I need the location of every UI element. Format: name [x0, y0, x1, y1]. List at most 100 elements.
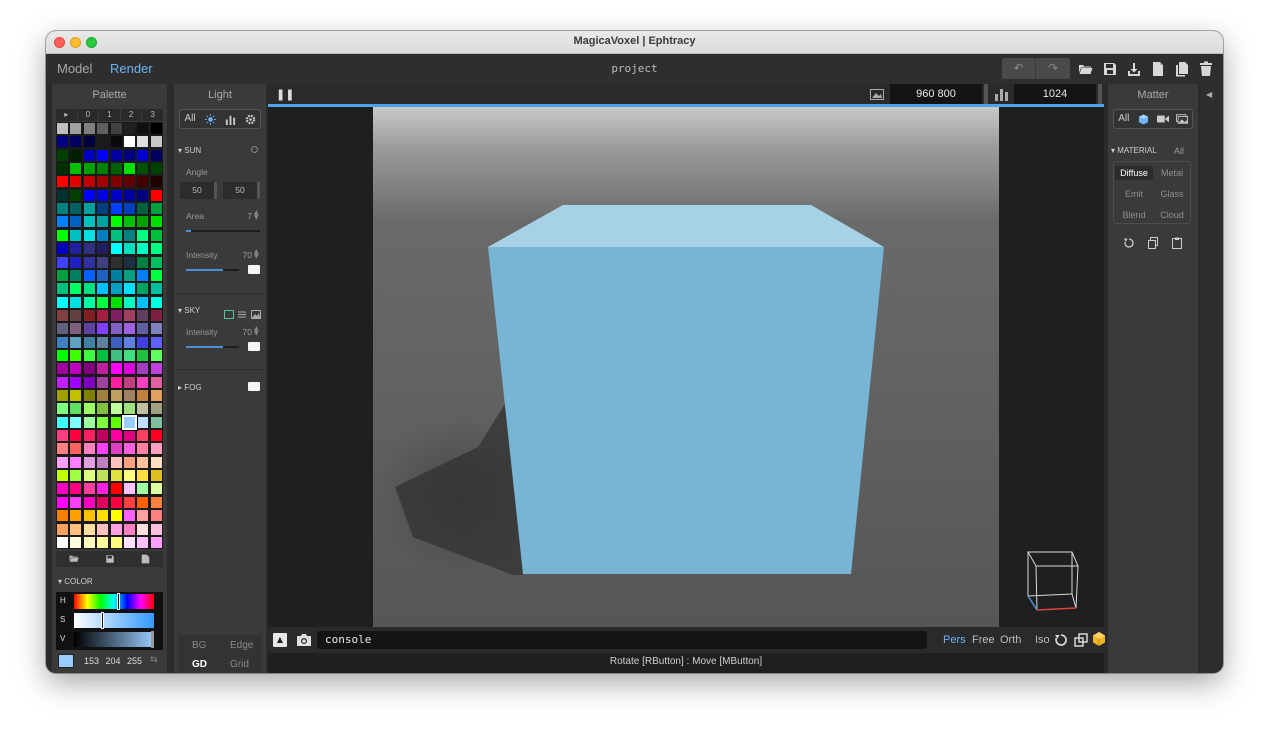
palette-swatch[interactable] [110, 536, 122, 548]
palette-swatch[interactable] [137, 323, 149, 335]
palette-swatch[interactable] [83, 176, 95, 188]
palette-swatch[interactable] [70, 149, 82, 161]
sky-color-swatch[interactable] [248, 342, 260, 351]
toggle-bg[interactable]: BG [192, 640, 206, 651]
palette-swatch[interactable] [70, 470, 82, 482]
palette-swatch[interactable] [150, 349, 162, 361]
palette-swatch[interactable] [97, 430, 109, 442]
palette-swatch[interactable] [97, 496, 109, 508]
palette-swatch[interactable] [124, 149, 135, 161]
resolution-handle[interactable] [984, 84, 988, 104]
render-resolution-field[interactable]: 960 800 [890, 84, 982, 104]
projection-iso[interactable]: Iso [1035, 634, 1050, 646]
palette-swatch[interactable] [70, 296, 82, 308]
palette-swatch[interactable] [124, 483, 135, 495]
palette-swatch[interactable] [83, 510, 95, 522]
palette-swatch[interactable] [137, 376, 149, 388]
palette-swatch[interactable] [70, 349, 82, 361]
palette-swatch[interactable] [57, 363, 68, 375]
palette-swatch[interactable] [124, 283, 135, 295]
palette-swatch[interactable] [137, 336, 149, 348]
palette-swatch[interactable] [97, 256, 109, 268]
palette-swatch[interactable] [97, 390, 109, 401]
delete-icon[interactable] [1198, 61, 1214, 77]
palette-swatch[interactable] [150, 203, 162, 215]
palette-swatch[interactable] [150, 443, 162, 455]
palette-swatch[interactable] [70, 403, 82, 415]
palette-swatch[interactable] [150, 283, 162, 295]
palette-swatch[interactable] [110, 496, 122, 508]
palette-swatch[interactable] [110, 243, 122, 255]
palette-swatch[interactable] [150, 163, 162, 175]
palette-swatch[interactable] [124, 229, 135, 241]
light-filter-all[interactable]: All [180, 110, 200, 128]
material-glass[interactable]: Glass [1153, 189, 1191, 199]
palette-swatch[interactable] [124, 336, 135, 348]
palette-swatch[interactable] [124, 456, 135, 468]
palette-swatch[interactable] [110, 136, 122, 148]
palette-swatch[interactable] [57, 496, 68, 508]
palette-swatch[interactable] [83, 430, 95, 442]
palette-swatch[interactable] [124, 349, 135, 361]
palette-swatch[interactable] [110, 269, 122, 281]
palette-swatch[interactable] [124, 323, 135, 335]
sky-intensity-stepper-icon[interactable]: ▲ ▼ [254, 326, 259, 337]
palette-swatch[interactable] [57, 243, 68, 255]
palette-swatch[interactable] [137, 163, 149, 175]
fog-color-swatch[interactable] [248, 382, 260, 391]
palette-swatch[interactable] [83, 216, 95, 228]
sky-intensity-slider[interactable] [186, 346, 239, 348]
palette-swatch[interactable] [110, 256, 122, 268]
palette-swatch[interactable] [110, 123, 122, 134]
gear-icon[interactable] [240, 110, 260, 128]
palette-swatch[interactable] [137, 283, 149, 295]
projection-pers[interactable]: Pers [943, 634, 966, 646]
palette-swatch[interactable] [150, 216, 162, 228]
palette-swatch[interactable] [150, 496, 162, 508]
palette-swatch[interactable] [97, 416, 109, 428]
palette-swatch[interactable] [57, 189, 68, 201]
palette-swatch[interactable] [57, 470, 68, 482]
palette-swatch[interactable] [57, 309, 68, 321]
palette-swatch[interactable] [97, 296, 109, 308]
expand-console-icon[interactable]: ▲ [273, 633, 287, 647]
sample-count-field[interactable]: 1024 [1014, 84, 1096, 104]
palette-swatch[interactable] [70, 483, 82, 495]
palette-swatch[interactable] [137, 256, 149, 268]
palette-swatch[interactable] [150, 309, 162, 321]
palette-swatch[interactable] [57, 403, 68, 415]
cube-view-icon[interactable] [1092, 631, 1106, 651]
palette-swatch[interactable] [57, 430, 68, 442]
palette-swatch[interactable] [150, 523, 162, 535]
orientation-gizmo[interactable] [1018, 544, 1088, 614]
copy-icon[interactable] [1147, 234, 1159, 253]
palette-swatch[interactable] [70, 390, 82, 401]
palette-swatch[interactable] [97, 163, 109, 175]
palette-swatch[interactable] [83, 376, 95, 388]
palette-swatch[interactable] [110, 470, 122, 482]
palette-swatch[interactable] [57, 216, 68, 228]
projection-orth[interactable]: Orth [1000, 634, 1021, 646]
palette-swatch[interactable] [150, 483, 162, 495]
palette-swatch[interactable] [83, 189, 95, 201]
save-icon[interactable] [1102, 61, 1118, 77]
palette-swatch[interactable] [110, 416, 122, 428]
palette-swatch[interactable] [70, 536, 82, 548]
palette-swatch[interactable] [70, 323, 82, 335]
pause-icon[interactable]: ❚❚ [276, 88, 294, 101]
palette-swatch[interactable] [83, 269, 95, 281]
palette-swatch[interactable] [97, 510, 109, 522]
palette-swatch[interactable] [110, 203, 122, 215]
palette-tab-2[interactable]: 2 [121, 109, 143, 121]
palette-swatch[interactable] [83, 443, 95, 455]
new-file-icon[interactable] [1150, 61, 1166, 77]
palette-swatch[interactable] [137, 189, 149, 201]
palette-swatch[interactable] [137, 216, 149, 228]
sun-section-toggle[interactable]: ▾ SUN [178, 146, 201, 155]
sun-icon[interactable] [200, 110, 220, 128]
palette-swatch[interactable] [110, 176, 122, 188]
palette-swatch[interactable] [110, 189, 122, 201]
palette-swatch[interactable] [57, 483, 68, 495]
palette-swatch[interactable] [97, 470, 109, 482]
palette-swatch[interactable] [70, 189, 82, 201]
